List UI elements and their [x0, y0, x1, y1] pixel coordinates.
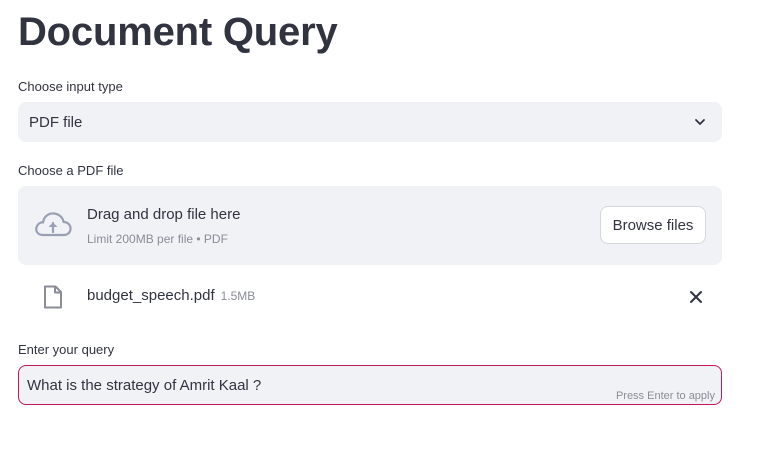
dropzone-limit-text: Limit 200MB per file • PDF — [87, 232, 228, 246]
file-icon — [44, 285, 62, 309]
input-type-value: PDF file — [29, 113, 83, 131]
query-hint: Press Enter to apply — [615, 390, 715, 402]
browse-files-button[interactable]: Browse files — [600, 206, 706, 244]
input-type-label: Choose input type — [18, 79, 123, 94]
query-field[interactable]: Press Enter to apply — [18, 365, 722, 405]
close-icon[interactable] — [688, 289, 704, 305]
uploader-label: Choose a PDF file — [18, 163, 124, 178]
query-label: Enter your query — [18, 342, 115, 357]
uploaded-file-item: budget_speech.pdf 1.5MB — [18, 276, 722, 318]
uploaded-file-name: budget_speech.pdf 1.5MB — [87, 287, 255, 304]
page-title: Document Query — [18, 10, 338, 54]
query-input[interactable] — [27, 366, 627, 404]
file-dropzone[interactable]: Drag and drop file here Limit 200MB per … — [18, 186, 722, 265]
file-size: 1.5MB — [220, 289, 256, 303]
cloud-upload-icon — [35, 212, 72, 237]
file-name-text: budget_speech.pdf — [87, 287, 215, 304]
input-type-select[interactable]: PDF file — [18, 102, 722, 142]
dropzone-instructions: Drag and drop file here — [87, 206, 241, 223]
chevron-down-icon[interactable] — [692, 114, 708, 130]
